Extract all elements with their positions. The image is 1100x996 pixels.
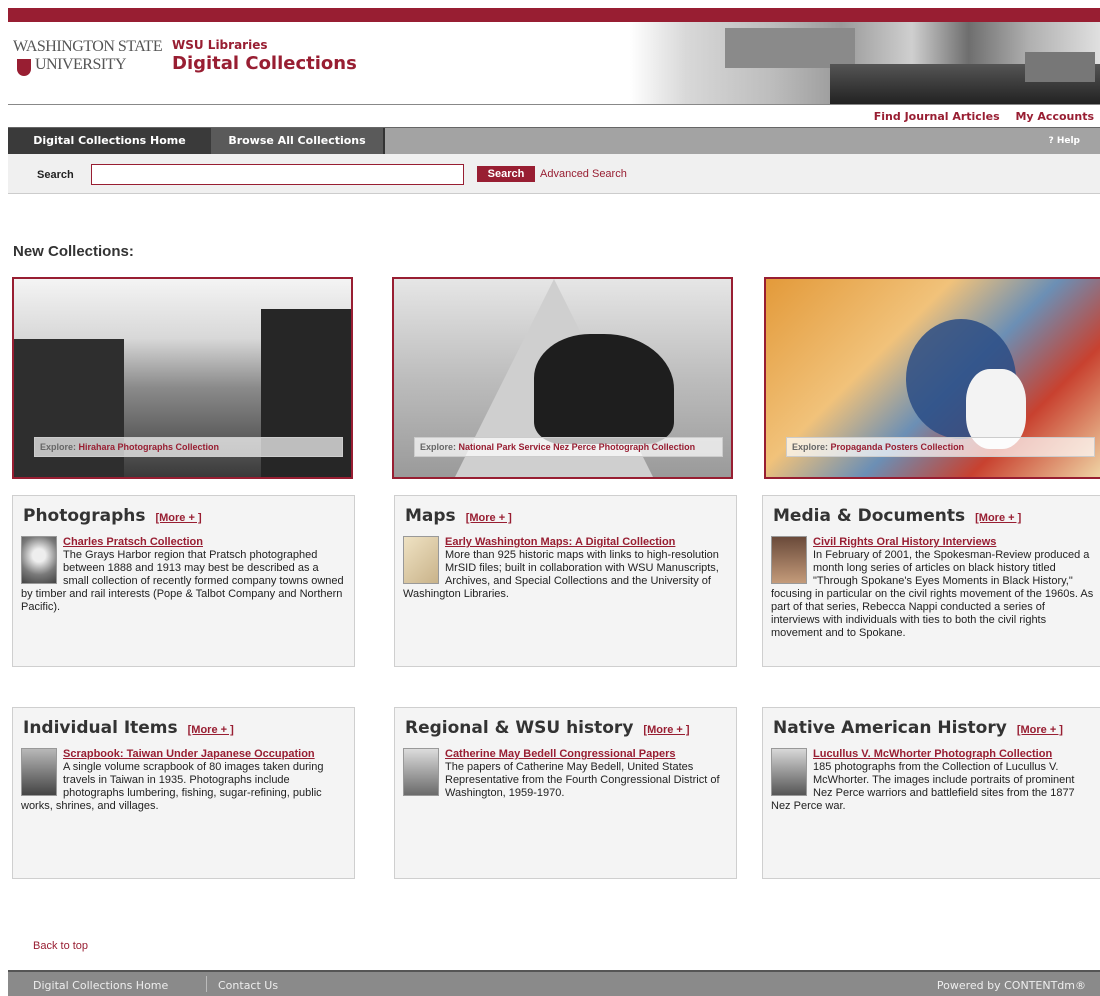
card-heading: Regional & WSU history (405, 718, 634, 738)
header-divider (8, 104, 1100, 105)
find-journal-articles-link[interactable]: Find Journal Articles (874, 110, 1000, 123)
featured-hirahara[interactable]: Explore: Hirahara Photographs Collection (12, 277, 353, 479)
card-heading: Photographs (23, 506, 146, 526)
site-title[interactable]: WSU Libraries Digital Collections (172, 38, 357, 74)
collection-description: A single volume scrapbook of 80 images t… (21, 761, 324, 812)
site-footer: Digital Collections Home Contact Us Powe… (8, 970, 1100, 996)
card-heading: Individual Items (23, 718, 178, 738)
site-subtitle: WSU Libraries (172, 38, 268, 52)
card-heading: Media & Documents (773, 506, 966, 526)
featured-propaganda[interactable]: Explore: Propaganda Posters Collection (764, 277, 1100, 479)
card-native-american-history: Native American History [More + ] Lucullu… (762, 707, 1100, 879)
more-link[interactable]: [More + ] (466, 512, 512, 524)
top-accent-bar (8, 8, 1100, 22)
collection-thumbnail[interactable] (403, 748, 439, 796)
search-input[interactable] (91, 164, 464, 185)
collection-title-link[interactable]: Charles Pratsch Collection (21, 536, 346, 549)
logo-line1: WASHINGTON STATE (13, 38, 163, 55)
more-link[interactable]: [More + ] (1017, 724, 1063, 736)
more-link[interactable]: [More + ] (188, 724, 234, 736)
card-heading: Native American History (773, 718, 1007, 738)
card-media-documents: Media & Documents [More + ] Civil Rights … (762, 495, 1100, 667)
wsu-logo[interactable]: WASHINGTON STATE UNIVERSITY (13, 38, 163, 76)
collection-title-link[interactable]: Civil Rights Oral History Interviews (771, 536, 1096, 549)
more-link[interactable]: [More + ] (975, 512, 1021, 524)
collection-thumbnail[interactable] (771, 536, 807, 584)
featured-caption[interactable]: Explore: Hirahara Photographs Collection (34, 437, 343, 457)
footer-contact-link[interactable]: Contact Us (218, 979, 278, 992)
search-label: Search (37, 169, 74, 181)
collection-title-link[interactable]: Lucullus V. McWhorter Photograph Collect… (771, 748, 1096, 761)
logo-line2: UNIVERSITY (35, 56, 127, 73)
tab-browse-all-collections[interactable]: Browse All Collections (211, 128, 385, 154)
footer-home-link[interactable]: Digital Collections Home (33, 979, 168, 992)
site-name: Digital Collections (172, 53, 357, 74)
collection-description: In February of 2001, the Spokesman-Revie… (771, 549, 1094, 639)
featured-caption[interactable]: Explore: Propaganda Posters Collection (786, 437, 1095, 457)
card-maps: Maps [More + ] Early Washington Maps: A D… (394, 495, 737, 667)
card-photographs: Photographs [More + ] Charles Pratsch Col… (12, 495, 355, 667)
advanced-search-link[interactable]: Advanced Search (540, 168, 627, 180)
more-link[interactable]: [More + ] (643, 724, 689, 736)
search-bar: Search Search Advanced Search (8, 154, 1100, 194)
collection-thumbnail[interactable] (771, 748, 807, 796)
search-button[interactable]: Search (477, 166, 535, 182)
collection-thumbnail[interactable] (21, 536, 57, 584)
new-collections-heading: New Collections: (13, 243, 134, 260)
collection-description: The Grays Harbor region that Pratsch pho… (21, 549, 344, 613)
collection-description: The papers of Catherine May Bedell, Unit… (445, 761, 720, 799)
help-link[interactable]: ? Help (1048, 128, 1080, 154)
more-link[interactable]: [More + ] (155, 512, 201, 524)
collection-thumbnail[interactable] (21, 748, 57, 796)
back-to-top-link[interactable]: Back to top (33, 940, 88, 952)
card-regional-wsu-history: Regional & WSU history [More + ] Catherin… (394, 707, 737, 879)
card-heading: Maps (405, 506, 456, 526)
card-individual-items: Individual Items [More + ] Scrapbook: Tai… (12, 707, 355, 879)
main-nav: Digital Collections Home Browse All Coll… (8, 127, 1100, 154)
collection-title-link[interactable]: Scrapbook: Taiwan Under Japanese Occupat… (21, 748, 346, 761)
wsu-shield-icon (17, 59, 31, 76)
footer-powered-by-link[interactable]: Powered by CONTENTdm® (937, 979, 1086, 992)
tab-digital-collections-home[interactable]: Digital Collections Home (8, 128, 211, 154)
my-accounts-link[interactable]: My Accounts (1015, 110, 1094, 123)
collection-title-link[interactable]: Early Washington Maps: A Digital Collect… (403, 536, 728, 549)
footer-divider (206, 976, 207, 992)
featured-nez-perce[interactable]: Explore: National Park Service Nez Perce… (392, 277, 733, 479)
collection-description: 185 photographs from the Collection of L… (771, 761, 1075, 812)
utility-links: Find Journal Articles My Accounts (862, 110, 1094, 123)
collection-thumbnail[interactable] (403, 536, 439, 584)
site-header: WASHINGTON STATE UNIVERSITY WSU Librarie… (8, 22, 1100, 104)
collection-description: More than 925 historic maps with links t… (403, 549, 719, 600)
collection-title-link[interactable]: Catherine May Bedell Congressional Paper… (403, 748, 728, 761)
featured-caption[interactable]: Explore: National Park Service Nez Perce… (414, 437, 723, 457)
header-banner-image (630, 22, 1100, 104)
